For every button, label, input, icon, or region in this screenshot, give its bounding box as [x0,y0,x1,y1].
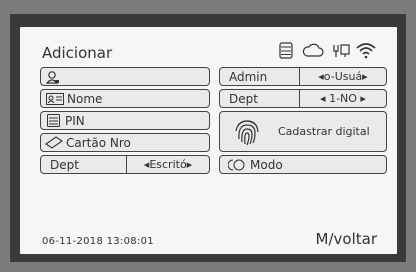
user-id-button[interactable] [40,67,210,86]
name-label: Nome [67,91,103,106]
datetime: 06-11-2018 13:08:01 [42,236,154,247]
add-user-panel: Adicionar Nome PIN Cartão Nro Dept ◂Escr… [20,27,397,254]
dept-value-right[interactable]: ◂ 1-NO ▸ [300,90,386,107]
user-icon [46,70,60,84]
card-icon [45,136,63,149]
mode-button[interactable]: Modo [219,155,387,174]
cloud-icon [302,42,324,60]
card-number-label: Cartão Nro [66,135,131,150]
mode-icon [228,159,246,171]
keypad-icon [47,114,60,127]
back-hint[interactable]: M/voltar [316,230,377,248]
mode-label: Modo [250,157,283,172]
admin-selector[interactable]: Admin ◂o-Usuá▸ [219,67,387,86]
page-title: Adicionar [42,44,113,62]
wifi-icon [355,42,377,60]
fingerprint-icon [232,117,262,147]
card-number-button[interactable]: Cartão Nro [40,133,210,152]
admin-value[interactable]: ◂o-Usuá▸ [300,68,386,85]
dept-label-right: Dept [229,91,258,106]
dept-selector-right[interactable]: Dept ◂ 1-NO ▸ [219,89,387,108]
usb-icon [331,42,351,60]
enroll-fingerprint-label: Cadastrar digital [278,125,370,138]
pin-button[interactable]: PIN [40,111,210,130]
enroll-fingerprint-button[interactable]: Cadastrar digital [219,111,387,152]
storage-icon [279,42,293,60]
id-card-icon [46,92,64,105]
dept-selector-left[interactable]: Dept ◂Escritó▸ [40,155,210,174]
pin-label: PIN [65,113,85,128]
dept-value-left[interactable]: ◂Escritó▸ [127,156,209,173]
dept-label-left: Dept [50,157,79,172]
admin-label: Admin [229,69,268,84]
name-button[interactable]: Nome [40,89,210,108]
